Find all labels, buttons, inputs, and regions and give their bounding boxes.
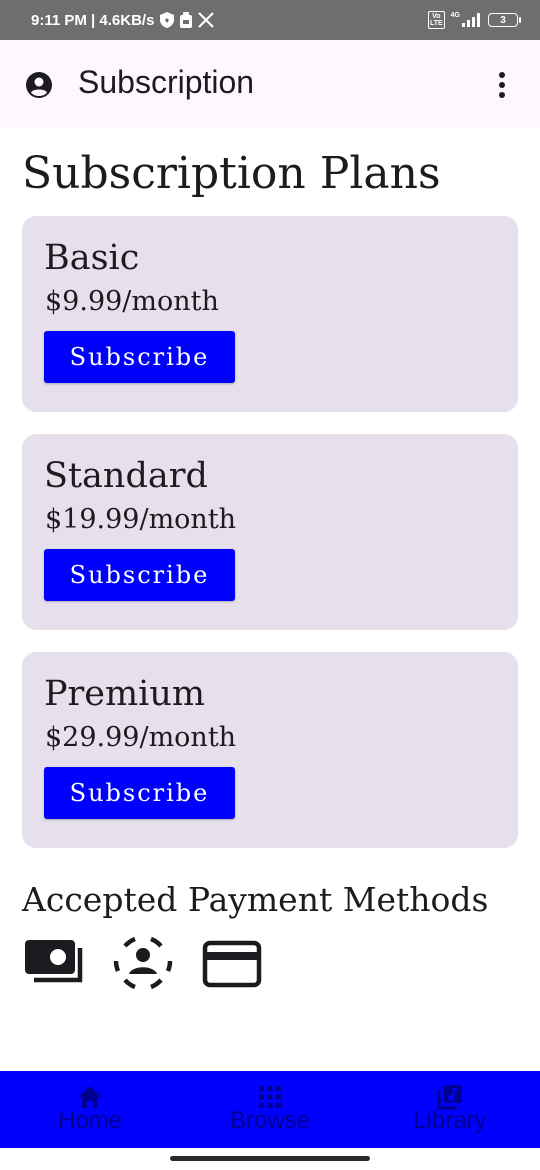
credit-card-icon: [201, 934, 263, 992]
app-bar-title: Subscription: [78, 64, 255, 100]
account-circle-icon[interactable]: [25, 71, 53, 99]
plan-card-premium: Premium $29.99/month Subscribe: [22, 652, 518, 848]
nav-label-home: Home: [57, 1107, 123, 1134]
subscribe-button-standard[interactable]: Subscribe: [44, 549, 235, 601]
plan-card-standard: Standard $19.99/month Subscribe: [22, 434, 518, 630]
nav-label-browse: Browse: [229, 1107, 311, 1134]
plan-name: Premium: [44, 674, 206, 714]
subscribe-button-basic[interactable]: Subscribe: [44, 331, 235, 383]
vpn-shield-icon: [160, 12, 175, 28]
clipboard-icon: [180, 12, 193, 28]
plan-card-basic: Basic $9.99/month Subscribe: [22, 216, 518, 412]
payment-methods-heading: Accepted Payment Methods: [22, 880, 489, 919]
nav-item-home[interactable]: Home: [0, 1071, 180, 1148]
subscribe-button-premium[interactable]: Subscribe: [44, 767, 235, 819]
plan-name: Basic: [44, 238, 140, 278]
top-app-bar: Subscription: [0, 40, 540, 128]
nav-label-library: Library: [413, 1107, 487, 1134]
more-vert-icon[interactable]: [490, 70, 514, 100]
gesture-handle[interactable]: [170, 1156, 370, 1161]
volte-icon: Vo LTE: [427, 11, 445, 29]
plan-price: $9.99/month: [45, 286, 219, 317]
status-bar: 9:11 PM | 4.6KB/s Vo LTE 4G 3: [0, 0, 540, 40]
plan-price: $19.99/month: [45, 504, 237, 535]
account-dashed-icon: [112, 934, 174, 992]
x-logo-icon: [198, 12, 215, 28]
status-time-speed: 9:11 PM | 4.6KB/s: [31, 11, 155, 29]
gesture-area: [0, 1148, 540, 1170]
battery-icon: 3: [488, 13, 521, 27]
signal-icon: [462, 13, 482, 27]
network-type-label: 4G: [450, 11, 460, 19]
plan-name: Standard: [44, 456, 208, 496]
cash-icon: [24, 934, 86, 992]
nav-item-browse[interactable]: Browse: [180, 1071, 360, 1148]
bottom-navigation: Home Browse Library: [0, 1071, 540, 1148]
plan-price: $29.99/month: [45, 722, 237, 753]
nav-item-library[interactable]: Library: [360, 1071, 540, 1148]
battery-level: 3: [500, 14, 506, 26]
page-title: Subscription Plans: [22, 148, 441, 199]
